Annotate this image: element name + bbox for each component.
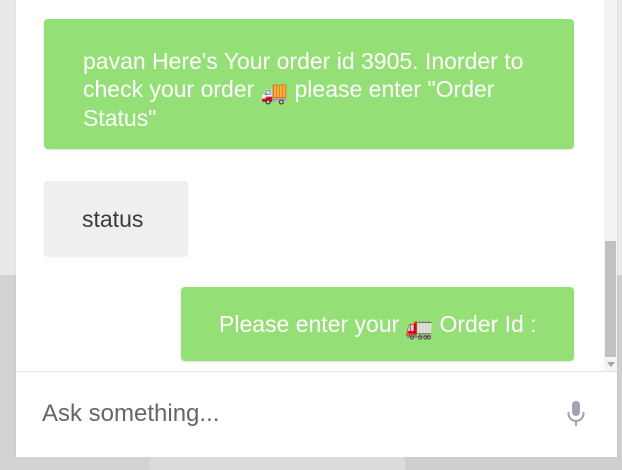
chat-window: pavan Here's Your order id 3905. Inorder…	[16, 0, 617, 457]
microphone-icon[interactable]	[565, 400, 587, 428]
bot-message: Please enter your 🚛 Order Id :	[181, 287, 574, 361]
message-text: Please enter your	[219, 311, 400, 337]
message-text: Order Id :	[439, 311, 537, 337]
scrollbar-thumb[interactable]	[605, 241, 616, 357]
delivery-truck-icon: 🚚	[260, 80, 289, 105]
message-list: pavan Here's Your order id 3905. Inorder…	[16, 0, 604, 371]
message-input[interactable]	[42, 390, 542, 438]
microphone-icon-graphic	[567, 401, 585, 426]
scroll-down-arrow-icon[interactable]	[607, 362, 615, 367]
user-message: status	[44, 181, 188, 256]
truck-icon: 🚛	[405, 315, 434, 340]
bot-message: pavan Here's Your order id 3905. Inorder…	[44, 19, 574, 149]
input-bar	[16, 371, 617, 457]
message-text: status	[82, 206, 144, 232]
scrollbar[interactable]	[604, 0, 617, 371]
